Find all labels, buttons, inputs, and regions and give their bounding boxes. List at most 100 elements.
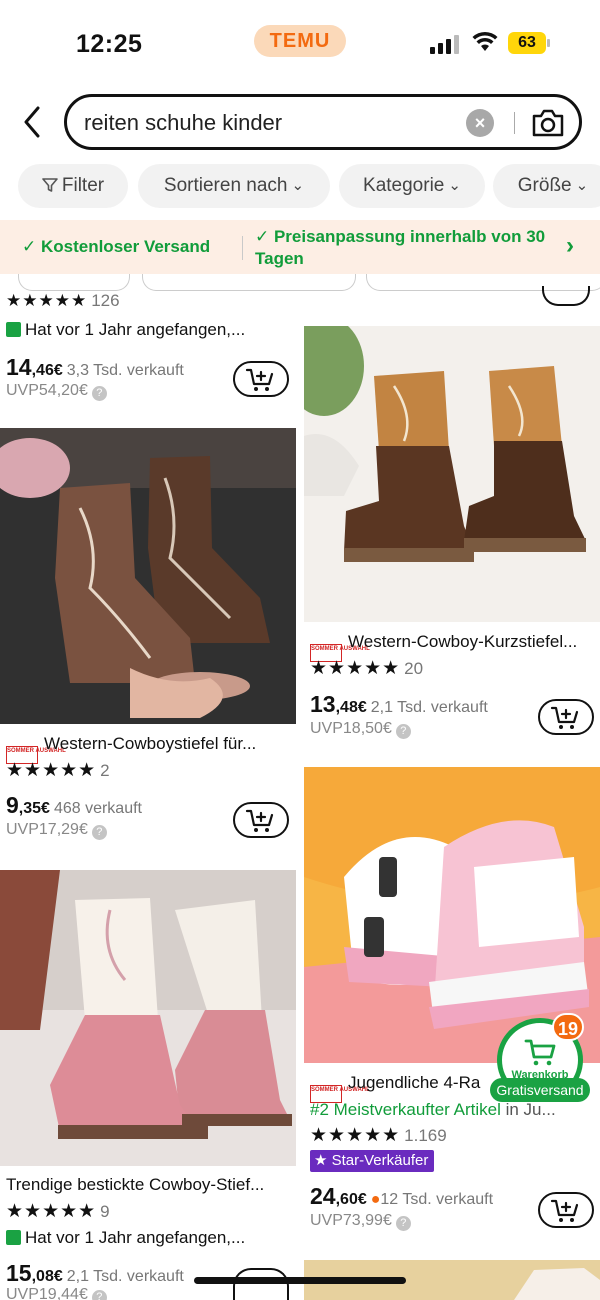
info-icon[interactable]: ? [91,386,107,401]
uvp-price: UVP17,29€? [6,821,107,840]
price-decimal: ,48€ [335,699,367,716]
uvp-text: UVP54,20€ [6,382,88,399]
back-arrow-icon[interactable] [18,104,46,140]
rating-stars: ★★★★★ 20 [310,658,424,679]
add-to-cart-button[interactable] [233,1268,289,1300]
price-integer: 13 [310,691,336,717]
product-price: 15,08€ 2,1 Tsd. verkauft [6,1260,184,1287]
flame-icon: ● [370,1191,381,1208]
bestseller-rank: #2 Meistverkaufter Artikel in Ju... [310,1100,556,1120]
rating-stars: ★★★★★ 2 [6,760,110,781]
add-to-cart-button[interactable] [542,286,590,306]
chip-size[interactable]: Größe ⌄ [493,164,600,208]
product-title-text: Western-Cowboy-Kurzstiefel... [348,632,578,651]
temu-brand-pill[interactable]: TEMU [254,25,346,57]
info-icon[interactable]: ? [395,1216,411,1231]
sold-count: ●12 Tsd. verkauft [371,1191,493,1208]
price-decimal: ,46€ [31,362,63,379]
free-shipping-badge: Gratisversand [490,1078,590,1102]
rating-stars: ★★★★★ 1.169 [310,1125,447,1146]
clock: 12:25 [76,30,143,58]
home-indicator[interactable] [194,1277,406,1284]
uvp-price: UVP54,20€? [6,382,107,401]
search-divider [514,112,515,134]
uvp-price: UVP73,99€? [310,1212,411,1231]
add-to-cart-button[interactable] [538,699,594,735]
rank-label: #2 Meistverkaufter Artikel [310,1100,501,1119]
product-title[interactable]: SOMMER AUSWAHLJugendliche 4-Ra [310,1073,500,1103]
sold-count: 3,3 Tsd. verkauft [66,362,184,379]
add-to-cart-button[interactable] [233,361,289,397]
star-seller-badge: ★ Star-Verkäufer [310,1150,435,1172]
rating-stars: ★★★★★ 9 [6,1201,110,1222]
chevron-down-icon: ⌄ [291,177,305,194]
cart-plus-icon [245,368,274,391]
chevron-down-icon: ⌄ [448,177,461,194]
chip-sort[interactable]: Sortieren nach ⌄ [138,164,330,208]
product-note: Hat vor 1 Jahr angefangen,... [6,320,286,340]
wifi-icon [472,31,498,51]
cart-plus-icon [245,809,274,832]
cart-plus-icon [550,1199,579,1222]
product-image[interactable] [0,870,296,1166]
rating-count: 126 [91,291,120,310]
product-note: Hat vor 1 Jahr angefangen,... [6,1228,286,1248]
price-integer: 9 [6,792,19,818]
clear-search-icon[interactable]: × [466,109,494,137]
product-title-text: Jugendliche 4-Ra [348,1073,481,1092]
filter-chips: Filter Sortieren nach ⌄ Kategorie ⌄ Größe ⌄ [0,164,600,208]
uvp-price: UVP18,50€? [310,720,411,739]
promo-banner[interactable]: ✓ Kostenloser Versand ✓ Preisanpassung i… [0,220,600,274]
battery-indicator: 63 [508,32,550,54]
rating-count: 20 [404,659,424,678]
chip-category[interactable]: Kategorie ⌄ [339,164,485,208]
price-match-promo: ✓ Preisanpassung innerhalb von 30 Tagen [255,227,546,268]
sold-count: 468 verkauft [53,800,142,817]
uvp-text: UVP19,44€ [6,1286,88,1300]
rank-category: in Ju... [505,1100,556,1119]
calendar-check-icon [6,1230,21,1245]
search-bar[interactable]: reiten schuhe kinder × [64,94,582,150]
rating-count: 2 [100,761,110,780]
rating-count: 1.169 [404,1126,447,1145]
rating-stars: ★★★★★ 126 [6,291,120,310]
product-title[interactable]: Trendige bestickte Cowboy-Stief... [6,1175,292,1195]
chip-filter[interactable]: Filter [18,164,128,208]
boots-image [0,870,296,1166]
uvp-price: UVP19,44€? [6,1286,107,1300]
price-decimal: ,08€ [31,1268,63,1285]
product-price: 14,46€ 3,3 Tsd. verkauft [6,354,184,381]
price-match-label: Preisanpassung innerhalb von 30 Tagen [255,227,546,268]
search-input[interactable]: reiten schuhe kinder [84,110,282,136]
price-decimal: ,60€ [335,1191,367,1208]
product-image[interactable] [0,428,296,724]
product-price: 9,35€ 468 verkauft [6,792,142,819]
chevron-down-icon: ⌄ [575,177,589,194]
info-icon[interactable]: ? [91,825,107,840]
price-integer: 14 [6,354,32,380]
chevron-right-icon: › [566,232,574,259]
product-image[interactable] [304,326,600,622]
sold-count-text: 12 Tsd. verkauft [380,1191,494,1208]
chip-sort-label: Sortieren nach [163,175,288,196]
camera-search-icon[interactable] [530,106,566,140]
info-icon[interactable]: ? [395,724,411,739]
status-bar: 12:25 TEMU 63 [0,0,600,90]
chip-category-label: Kategorie [363,175,445,196]
boots-image [304,326,600,622]
chip-filter-label: Filter [61,175,105,196]
product-title-text: Western-Cowboystiefel für... [44,734,257,753]
uvp-text: UVP17,29€ [6,821,88,838]
calendar-check-icon [6,322,21,337]
product-price: 24,60€ ●12 Tsd. verkauft [310,1183,493,1210]
add-to-cart-button[interactable] [538,1192,594,1228]
add-to-cart-button[interactable] [233,802,289,838]
free-shipping-label: Kostenloser Versand [40,237,211,256]
cart-plus-icon [550,706,579,729]
free-shipping-promo: ✓ Kostenloser Versand [22,237,211,256]
product-note-text: Hat vor 1 Jahr angefangen,... [25,1228,246,1247]
star-seller-label: Star-Verkäufer [331,1152,429,1169]
info-icon[interactable]: ? [91,1290,107,1300]
uvp-text: UVP73,99€ [310,1212,392,1229]
price-integer: 15 [6,1260,32,1286]
